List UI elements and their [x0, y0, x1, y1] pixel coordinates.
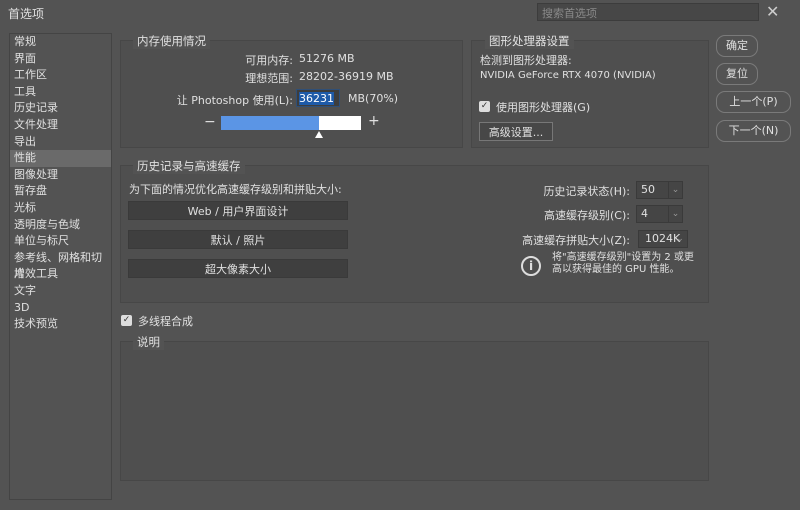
sidebar-item[interactable]: 参考线、网格和切片 — [10, 250, 111, 281]
history-states-value: 50 — [641, 183, 655, 196]
info-icon: i — [521, 256, 541, 276]
sidebar-item[interactable]: 图像处理 — [10, 167, 111, 184]
sidebar-item[interactable]: 性能 — [10, 150, 111, 167]
sidebar-item[interactable]: 光标 — [10, 200, 111, 217]
ideal-label: 理想范围: — [245, 72, 293, 85]
sidebar-item[interactable]: 工作区 — [10, 67, 111, 84]
next-button[interactable]: 下一个(N) — [716, 120, 791, 142]
sidebar-item[interactable]: 工具 — [10, 84, 111, 101]
memory-title: 内存使用情况 — [133, 33, 210, 49]
cache-levels-value: 4 — [641, 207, 648, 220]
memory-use-input[interactable]: 36231 — [296, 89, 340, 107]
gpu-title: 图形处理器设置 — [485, 33, 574, 49]
increase-button[interactable]: + — [368, 113, 380, 129]
history-states-select[interactable]: 50 ⌄ — [636, 181, 683, 199]
gpu-detected-label: 检测到图形处理器: — [480, 54, 572, 67]
info-text: 将"高速缓存级别"设置为 2 或更高以获得最佳的 GPU 性能。 — [552, 252, 694, 275]
use-unit: MB(70%) — [348, 92, 399, 105]
history-states-label: 历史记录状态(H): — [543, 185, 630, 198]
decrease-button[interactable]: − — [204, 114, 216, 130]
window-title: 首选项 — [8, 7, 45, 21]
tile-size-select[interactable]: 1024K ⌄ — [638, 230, 688, 248]
sidebar-item[interactable]: 导出 — [10, 134, 111, 151]
sidebar-item[interactable]: 界面 — [10, 51, 111, 68]
available-label: 可用内存: — [245, 54, 293, 67]
preset-default-button[interactable]: 默认 / 照片 — [128, 230, 348, 249]
sidebar-item[interactable]: 常规 — [10, 34, 111, 51]
chevron-down-icon: ⌄ — [676, 234, 684, 244]
sidebar-item[interactable]: 单位与标尺 — [10, 233, 111, 250]
ok-button[interactable]: 确定 — [716, 35, 758, 57]
history-cache-title: 历史记录与高速缓存 — [133, 158, 245, 174]
cache-levels-label: 高速缓存级别(C): — [544, 209, 630, 222]
sidebar-item[interactable]: 历史记录 — [10, 100, 111, 117]
sidebar-item[interactable]: 文字 — [10, 283, 111, 300]
prev-button[interactable]: 上一个(P) — [716, 91, 791, 113]
tile-size-label: 高速缓存拼贴大小(Z): — [522, 234, 630, 247]
chevron-down-icon: ⌄ — [668, 206, 682, 222]
preset-huge-button[interactable]: 超大像素大小 — [128, 259, 348, 278]
description-group — [120, 341, 709, 481]
memory-slider-fill — [221, 116, 319, 130]
multithread-label: 多线程合成 — [138, 315, 193, 328]
sidebar-item[interactable]: 透明度与色域 — [10, 217, 111, 234]
optimize-label: 为下面的情况优化高速缓存级别和拼贴大小: — [129, 183, 342, 196]
description-title: 说明 — [133, 334, 164, 350]
search-input[interactable]: 搜索首选项 — [537, 3, 759, 21]
memory-use-value: 36231 — [299, 92, 334, 105]
sidebar-item[interactable]: 技术预览 — [10, 316, 111, 333]
sidebar-item[interactable]: 文件处理 — [10, 117, 111, 134]
multithread-checkbox[interactable]: ✓ — [121, 315, 132, 326]
memory-slider-thumb[interactable] — [315, 131, 323, 138]
sidebar-item[interactable]: 增效工具 — [10, 266, 111, 283]
sidebar-item[interactable]: 暂存盘 — [10, 183, 111, 200]
gpu-name: NVIDIA GeForce RTX 4070 (NVIDIA) — [480, 70, 656, 81]
available-value: 51276 MB — [299, 52, 355, 65]
memory-slider[interactable] — [221, 116, 361, 130]
ideal-value: 28202-36919 MB — [299, 70, 394, 83]
use-label: 让 Photoshop 使用(L): — [176, 94, 293, 107]
preset-web-button[interactable]: Web / 用户界面设计 — [128, 201, 348, 220]
use-gpu-label: 使用图形处理器(G) — [496, 101, 591, 114]
cache-levels-select[interactable]: 4 ⌄ — [636, 205, 683, 223]
chevron-down-icon: ⌄ — [668, 182, 682, 198]
sidebar: 常规 界面 工作区 工具 历史记录 文件处理 导出 性能 图像处理 暂存盘 光标 透明度与色域 单位与标… — [9, 33, 112, 500]
use-gpu-checkbox[interactable]: ✓ — [479, 101, 490, 112]
reset-button[interactable]: 复位 — [716, 63, 758, 85]
sidebar-item[interactable]: 3D — [10, 300, 111, 317]
advanced-settings-button[interactable]: 高级设置... — [479, 122, 553, 141]
close-icon[interactable]: ✕ — [766, 2, 779, 21]
